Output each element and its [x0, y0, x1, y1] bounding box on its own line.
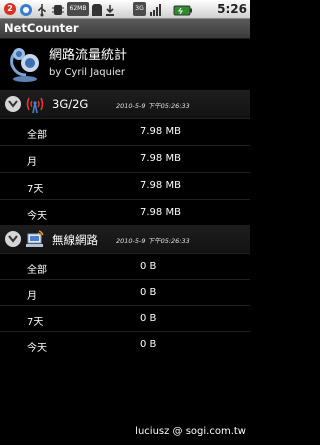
stat-row: 全部 7.98 MB — [0, 118, 250, 145]
stat-label: 7天 — [27, 317, 44, 328]
section-timestamp: 2010-5-9 下午05:26:33 — [116, 237, 190, 245]
stat-row: 7天 0 B — [0, 305, 250, 332]
network-type-indicator: 3G — [133, 2, 146, 16]
stat-value: 7.98 MB — [140, 153, 181, 164]
section-wifi-header[interactable]: 無線網路 2010-5-9 下午05:26:33 — [0, 225, 250, 253]
section-timestamp: 2010-5-9 下午05:26:33 — [116, 102, 190, 110]
stat-label: 今天 — [27, 343, 47, 354]
status-time: 5:26 — [217, 2, 247, 16]
stat-label: 7天 — [27, 184, 44, 195]
app-notification-icon — [19, 2, 33, 16]
stat-value: 7.98 MB — [140, 126, 181, 137]
debug-icon — [52, 2, 64, 16]
stat-value: 0 B — [140, 339, 157, 350]
stat-value: 7.98 MB — [140, 180, 181, 191]
title-bar: NetCounter — [0, 19, 250, 39]
app-author: by Cyril Jaquier — [49, 67, 125, 78]
status-bar[interactable]: 2 62MB 3G 5:26 — [0, 0, 250, 19]
signal-strength-icon — [149, 2, 163, 16]
sd-card-icon — [92, 2, 102, 16]
watermark: luciusz @ sogi.com.tw — [135, 426, 246, 437]
stat-label: 月 — [27, 291, 37, 302]
wifi-computer-icon — [25, 229, 45, 249]
section-title: 3G/2G — [52, 97, 89, 111]
stat-row: 今天 0 B — [0, 331, 250, 358]
stat-value: 0 B — [140, 313, 157, 324]
stat-value: 0 B — [140, 261, 157, 272]
download-icon — [105, 2, 115, 16]
netcounter-logo-icon — [8, 45, 42, 83]
stat-row: 月 0 B — [0, 279, 250, 306]
collapse-chevron-icon[interactable] — [5, 96, 21, 112]
stat-value: 0 B — [140, 287, 157, 298]
collapse-chevron-icon[interactable] — [5, 231, 21, 247]
app-title: NetCounter — [4, 21, 79, 35]
section-mobile-header[interactable]: 3G/2G 2010-5-9 下午05:26:33 — [0, 90, 250, 118]
usb-icon — [36, 2, 48, 17]
storage-indicator: 62MB — [67, 2, 89, 16]
stat-label: 全部 — [27, 130, 47, 141]
stat-label: 今天 — [27, 211, 47, 222]
stat-row: 今天 7.98 MB — [0, 199, 250, 226]
stat-row: 全部 0 B — [0, 253, 250, 280]
stat-value: 7.98 MB — [140, 207, 181, 218]
stat-label: 月 — [27, 157, 37, 168]
stat-row: 7天 7.98 MB — [0, 172, 250, 199]
cell-tower-icon — [25, 94, 45, 114]
app-header: 網路流量統計 by Cyril Jaquier — [0, 40, 250, 88]
notification-badge: 2 — [4, 3, 16, 15]
screen: 2 62MB 3G 5:26 NetCounter 網路流量統計 by Cyri… — [0, 0, 250, 445]
empty-area — [0, 358, 250, 422]
stat-row: 月 7.98 MB — [0, 145, 250, 172]
stat-label: 全部 — [27, 265, 47, 276]
app-name: 網路流量統計 — [49, 48, 128, 63]
section-title: 無線網路 — [52, 233, 98, 247]
battery-icon — [173, 2, 193, 16]
